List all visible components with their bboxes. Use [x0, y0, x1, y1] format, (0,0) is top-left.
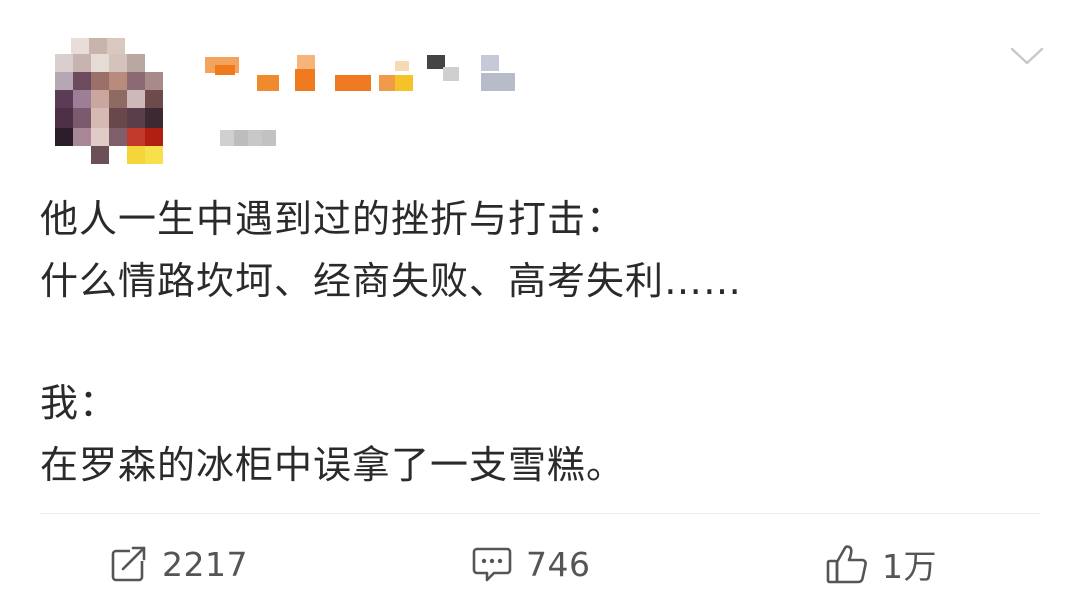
post-time-pixelated — [220, 130, 276, 146]
avatar[interactable] — [55, 38, 167, 166]
post-time — [220, 130, 280, 146]
content-line: 我： — [40, 381, 119, 425]
content-line: 什么情路坎坷、经商失败、高考失利…… — [40, 259, 743, 303]
content-line: 在罗森的冰柜中误拿了一支雪糕。 — [40, 443, 626, 487]
comment-count: 746 — [526, 544, 591, 584]
like-count: 1万 — [882, 547, 937, 586]
content-line: 他人一生中遇到过的挫折与打击： — [40, 197, 626, 241]
repost-button[interactable]: 2217 — [110, 540, 248, 588]
username[interactable] — [205, 55, 525, 95]
like-button[interactable]: 1万 — [826, 540, 937, 588]
post-content: 他人一生中遇到过的挫折与打击： 什么情路坎坷、经商失败、高考失利…… 我： 在罗… — [40, 188, 1040, 496]
chevron-down-icon — [1010, 46, 1044, 70]
comment-button[interactable]: 746 — [472, 540, 591, 588]
repost-icon — [110, 545, 148, 583]
comment-icon — [472, 545, 512, 583]
avatar-pixelated-image — [55, 38, 163, 164]
more-options-button[interactable] — [1006, 40, 1048, 76]
thumbs-up-icon — [826, 543, 868, 585]
divider — [40, 513, 1040, 514]
repost-count: 2217 — [162, 544, 248, 584]
username-pixelated — [205, 55, 515, 91]
weibo-post: 他人一生中遇到过的挫折与打击： 什么情路坎坷、经商失败、高考失利…… 我： 在罗… — [0, 0, 1080, 602]
content-blank-line — [40, 312, 1040, 372]
